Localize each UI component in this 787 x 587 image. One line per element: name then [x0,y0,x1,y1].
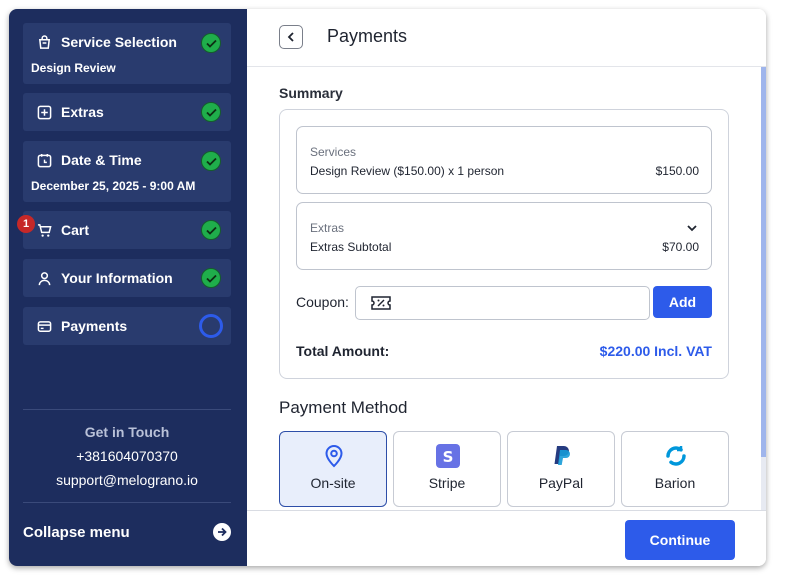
user-icon [36,270,52,286]
plus-square-icon [36,104,52,120]
step-title: Your Information [61,270,173,286]
services-amount: $150.00 [655,164,699,178]
location-pin-icon [322,444,346,468]
cart-icon [36,222,52,238]
step-subtitle: Design Review [31,61,116,75]
extras-description: Extras Subtotal [310,240,392,254]
payment-option-label: Barion [654,475,696,491]
check-icon [201,220,221,240]
step-subtitle: December 25, 2025 - 9:00 AM [31,179,196,193]
payment-option-stripe[interactable]: S Stripe [393,431,501,507]
payment-option-barion[interactable]: Barion [621,431,729,507]
step-status [201,33,221,53]
collapse-menu-label: Collapse menu [23,523,130,541]
barion-icon [664,444,688,468]
chevron-down-icon[interactable] [686,221,698,233]
card-icon [36,318,52,334]
summary-card: Services Design Review ($150.00) x 1 per… [279,109,729,379]
coupon-label: Coupon: [296,294,349,310]
services-line: Services Design Review ($150.00) x 1 per… [296,126,712,194]
check-icon [201,268,221,288]
extras-caption: Extras [310,221,345,235]
sidebar-step-cart[interactable]: Cart [23,211,231,249]
contact-phone[interactable]: +381604070370 [23,448,231,464]
extras-line[interactable]: Extras Extras Subtotal $70.00 [296,202,712,270]
sidebar-step-service-selection[interactable]: Service Selection Design Review [23,23,231,84]
payment-option-paypal[interactable]: PayPal [507,431,615,507]
total-label: Total Amount: [296,343,390,359]
check-icon [201,102,221,122]
step-status [201,151,221,171]
summary-heading: Summary [279,85,343,101]
check-icon [201,151,221,171]
step-title: Extras [61,104,104,120]
coupon-input[interactable] [398,293,638,313]
payment-option-label: PayPal [538,475,584,491]
total-value: $220.00 Incl. VAT [599,343,712,359]
page-header: Payments [247,9,766,67]
booking-app: Service Selection Design Review Extras D… [9,9,766,566]
sidebar-step-date-time[interactable]: Date & Time December 25, 2025 - 9:00 AM [23,141,231,202]
add-coupon-button[interactable]: Add [653,286,712,318]
payment-option-label: Stripe [428,475,466,491]
coupon-field[interactable] [355,286,650,320]
step-title: Date & Time [61,152,142,168]
contact-heading: Get in Touch [84,424,170,440]
stripe-icon: S [436,444,460,468]
payment-method-heading: Payment Method [279,398,408,417]
bag-icon [36,34,52,50]
calendar-icon [36,152,52,168]
back-button[interactable] [279,25,303,49]
step-title: Cart [61,222,90,238]
scrollbar-thumb[interactable] [761,67,766,457]
collapse-menu-button[interactable]: Collapse menu [23,521,231,543]
sidebar-step-your-information[interactable]: Your Information [23,259,231,297]
sidebar-divider [23,502,231,503]
step-status [201,102,221,122]
progress-ring-icon [199,314,223,338]
sidebar-step-extras[interactable]: Extras [23,93,231,131]
step-title: Payments [61,318,128,334]
ticket-percent-icon [371,296,391,310]
continue-button[interactable]: Continue [625,520,735,560]
contact-email[interactable]: support@melograno.io [23,472,231,488]
sidebar: Service Selection Design Review Extras D… [9,9,247,566]
paypal-icon [550,444,574,468]
payment-option-label: On-site [310,475,356,491]
check-icon [201,33,221,53]
payment-option-on-site[interactable]: On-site [279,431,387,507]
page-title: Payments [327,26,408,46]
svg-text:S: S [443,448,454,466]
step-status [201,220,221,240]
arrow-right-icon [213,523,231,541]
main-panel: Payments Summary Services Design Review … [247,9,766,566]
sidebar-step-payments[interactable]: Payments [23,307,231,345]
sidebar-divider [23,409,231,410]
step-title: Service Selection [61,34,177,50]
services-caption: Services [310,145,357,159]
footer-bar: Continue [247,510,766,566]
chevron-left-icon [287,32,295,42]
extras-amount: $70.00 [662,240,699,254]
step-status-current [199,314,223,338]
step-status [201,268,221,288]
services-description: Design Review ($150.00) x 1 person [310,164,505,178]
scrollbar-track[interactable] [761,457,766,510]
cart-count-badge: 1 [17,215,35,233]
